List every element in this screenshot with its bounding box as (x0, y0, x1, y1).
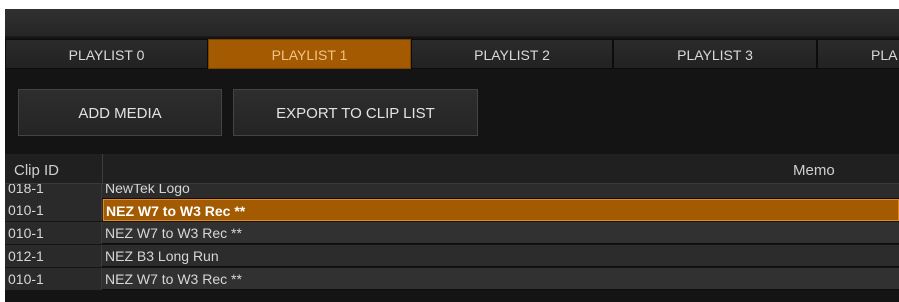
export-to-clip-list-button[interactable]: EXPORT TO CLIP LIST (233, 89, 478, 136)
clip-id-cell: 018-1 (5, 184, 102, 199)
playlist-tabs: PLAYLIST 0 PLAYLIST 1 PLAYLIST 2 PLAYLIS… (5, 39, 899, 71)
memo-cell: NEZ W7 to W3 Rec ** (103, 199, 899, 221)
table-header: Clip ID Memo (5, 154, 899, 184)
playlist-panel: PLAYLIST 0 PLAYLIST 1 PLAYLIST 2 PLAYLIS… (5, 9, 899, 302)
clip-id-cell: 010-1 (5, 222, 102, 244)
tab-playlist-2[interactable]: PLAYLIST 2 (411, 39, 613, 69)
tab-playlist-3[interactable]: PLAYLIST 3 (613, 39, 817, 69)
tab-playlist-4[interactable]: PLA (817, 39, 899, 69)
tab-playlist-0[interactable]: PLAYLIST 0 (5, 39, 208, 69)
table-row[interactable]: 010-1 NEZ W7 to W3 Rec ** (5, 268, 899, 290)
table-row-selected[interactable]: 010-1 NEZ W7 to W3 Rec ** (5, 199, 899, 221)
tab-playlist-1[interactable]: PLAYLIST 1 (208, 39, 411, 69)
column-divider[interactable] (102, 154, 103, 183)
clip-table: Clip ID Memo 018-1 NewTek Logo 010-1 NEZ… (5, 154, 899, 302)
column-header-clip-id[interactable]: Clip ID (14, 154, 59, 183)
add-media-button[interactable]: ADD MEDIA (18, 89, 222, 136)
clip-id-cell: 010-1 (5, 199, 102, 221)
memo-cell: NEZ W7 to W3 Rec ** (105, 225, 242, 241)
clip-id-cell: 010-1 (5, 268, 102, 290)
table-row[interactable]: 010-1 NEZ W7 to W3 Rec ** (5, 222, 899, 244)
column-header-memo[interactable]: Memo (793, 154, 835, 183)
memo-cell: NEZ B3 Long Run (105, 248, 219, 264)
memo-cell: NEZ W7 to W3 Rec ** (105, 271, 242, 287)
clip-id-cell: 012-1 (5, 245, 102, 267)
memo-cell: NewTek Logo (105, 184, 190, 196)
table-row[interactable]: 018-1 NewTek Logo (5, 184, 899, 199)
table-row[interactable]: 012-1 NEZ B3 Long Run (5, 245, 899, 267)
title-strip (5, 9, 899, 37)
table-body: 018-1 NewTek Logo 010-1 NEZ W7 to W3 Rec… (5, 184, 899, 302)
